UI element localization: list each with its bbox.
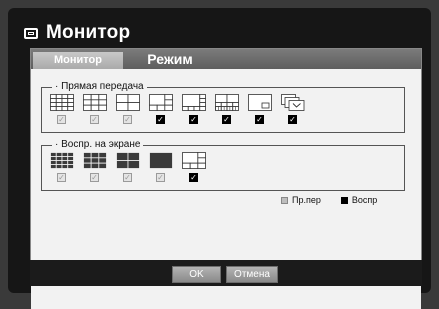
live-layout-1: ✓ <box>45 94 78 124</box>
ok-button[interactable]: OK <box>172 266 221 283</box>
legend-live-swatch <box>281 196 288 204</box>
live-layout-5: ✓ <box>177 94 210 124</box>
live-group-label: · Прямая передача <box>52 81 147 93</box>
legend-playback: Воспр <box>340 195 378 205</box>
live-layout-checkbox[interactable]: ✓ <box>123 115 132 124</box>
legend-playback-swatch <box>340 196 348 204</box>
live-layout-4: ✓ <box>144 94 177 124</box>
grid-16-icon[interactable] <box>49 152 74 169</box>
playback-layout-checkbox[interactable]: ✓ <box>189 173 198 182</box>
grid-4-icon[interactable] <box>115 94 140 111</box>
playback-group-label: · Воспр. на экране <box>52 139 144 151</box>
tab-monitor[interactable]: Монитор <box>33 52 123 69</box>
legend-live: Пр.пер <box>281 195 321 205</box>
playback-layout-row: ✓ ✓ ✓ ✓ ✓ <box>45 152 210 182</box>
live-layout-checkbox[interactable]: ✓ <box>57 115 66 124</box>
live-layout-row: ✓ ✓ ✓ ✓ ✓ ✓ ✓ ✓ <box>45 94 309 124</box>
live-layout-6: ✓ <box>210 94 243 124</box>
playback-layout-checkbox[interactable]: ✓ <box>57 173 66 182</box>
title-bar: Монитор <box>24 20 130 46</box>
layout-13-icon[interactable] <box>214 94 239 111</box>
checkbox-legend: Пр.пер Воспр <box>281 195 397 205</box>
live-layout-checkbox[interactable]: ✓ <box>288 115 297 124</box>
pip-icon[interactable] <box>247 94 272 111</box>
live-layout-checkbox[interactable]: ✓ <box>189 115 198 124</box>
live-layout-checkbox[interactable]: ✓ <box>222 115 231 124</box>
monitor-icon <box>24 27 38 39</box>
playback-layout-5: ✓ <box>177 152 210 182</box>
layout-6-icon[interactable] <box>181 152 206 169</box>
playback-layout-4: ✓ <box>144 152 177 182</box>
layout-8-icon[interactable] <box>181 94 206 111</box>
tab-bar: Монитор Режим <box>31 49 421 69</box>
playback-layout-checkbox[interactable]: ✓ <box>156 173 165 182</box>
footer-bar: OK Отмена <box>30 260 422 286</box>
playback-layout-2: ✓ <box>78 152 111 182</box>
playback-layout-3: ✓ <box>111 152 144 182</box>
grid-9-icon[interactable] <box>82 152 107 169</box>
playback-layout-checkbox[interactable]: ✓ <box>90 173 99 182</box>
grid-4-icon[interactable] <box>115 152 140 169</box>
tab-mode[interactable]: Режим <box>125 49 215 69</box>
live-layout-checkbox[interactable]: ✓ <box>90 115 99 124</box>
playback-layout-checkbox[interactable]: ✓ <box>123 173 132 182</box>
settings-panel: Монитор Режим · Прямая передача ✓ ✓ ✓ ✓ ✓ ✓ ✓ ✓… <box>30 48 422 309</box>
legend-live-label: Пр.пер <box>292 195 321 205</box>
live-layout-2: ✓ <box>78 94 111 124</box>
live-layout-checkbox[interactable]: ✓ <box>156 115 165 124</box>
live-layout-checkbox[interactable]: ✓ <box>255 115 264 124</box>
auto-sequence-icon[interactable] <box>280 94 305 111</box>
page-title: Монитор <box>46 22 131 43</box>
playback-layout-1: ✓ <box>45 152 78 182</box>
live-layout-7: ✓ <box>243 94 276 124</box>
live-layout-8: ✓ <box>276 94 309 124</box>
live-layout-3: ✓ <box>111 94 144 124</box>
grid-9-icon[interactable] <box>82 94 107 111</box>
single-icon[interactable] <box>148 152 173 169</box>
grid-16-icon[interactable] <box>49 94 74 111</box>
legend-playback-label: Воспр <box>351 195 378 205</box>
layout-6-icon[interactable] <box>148 94 173 111</box>
cancel-button[interactable]: Отмена <box>226 266 278 283</box>
